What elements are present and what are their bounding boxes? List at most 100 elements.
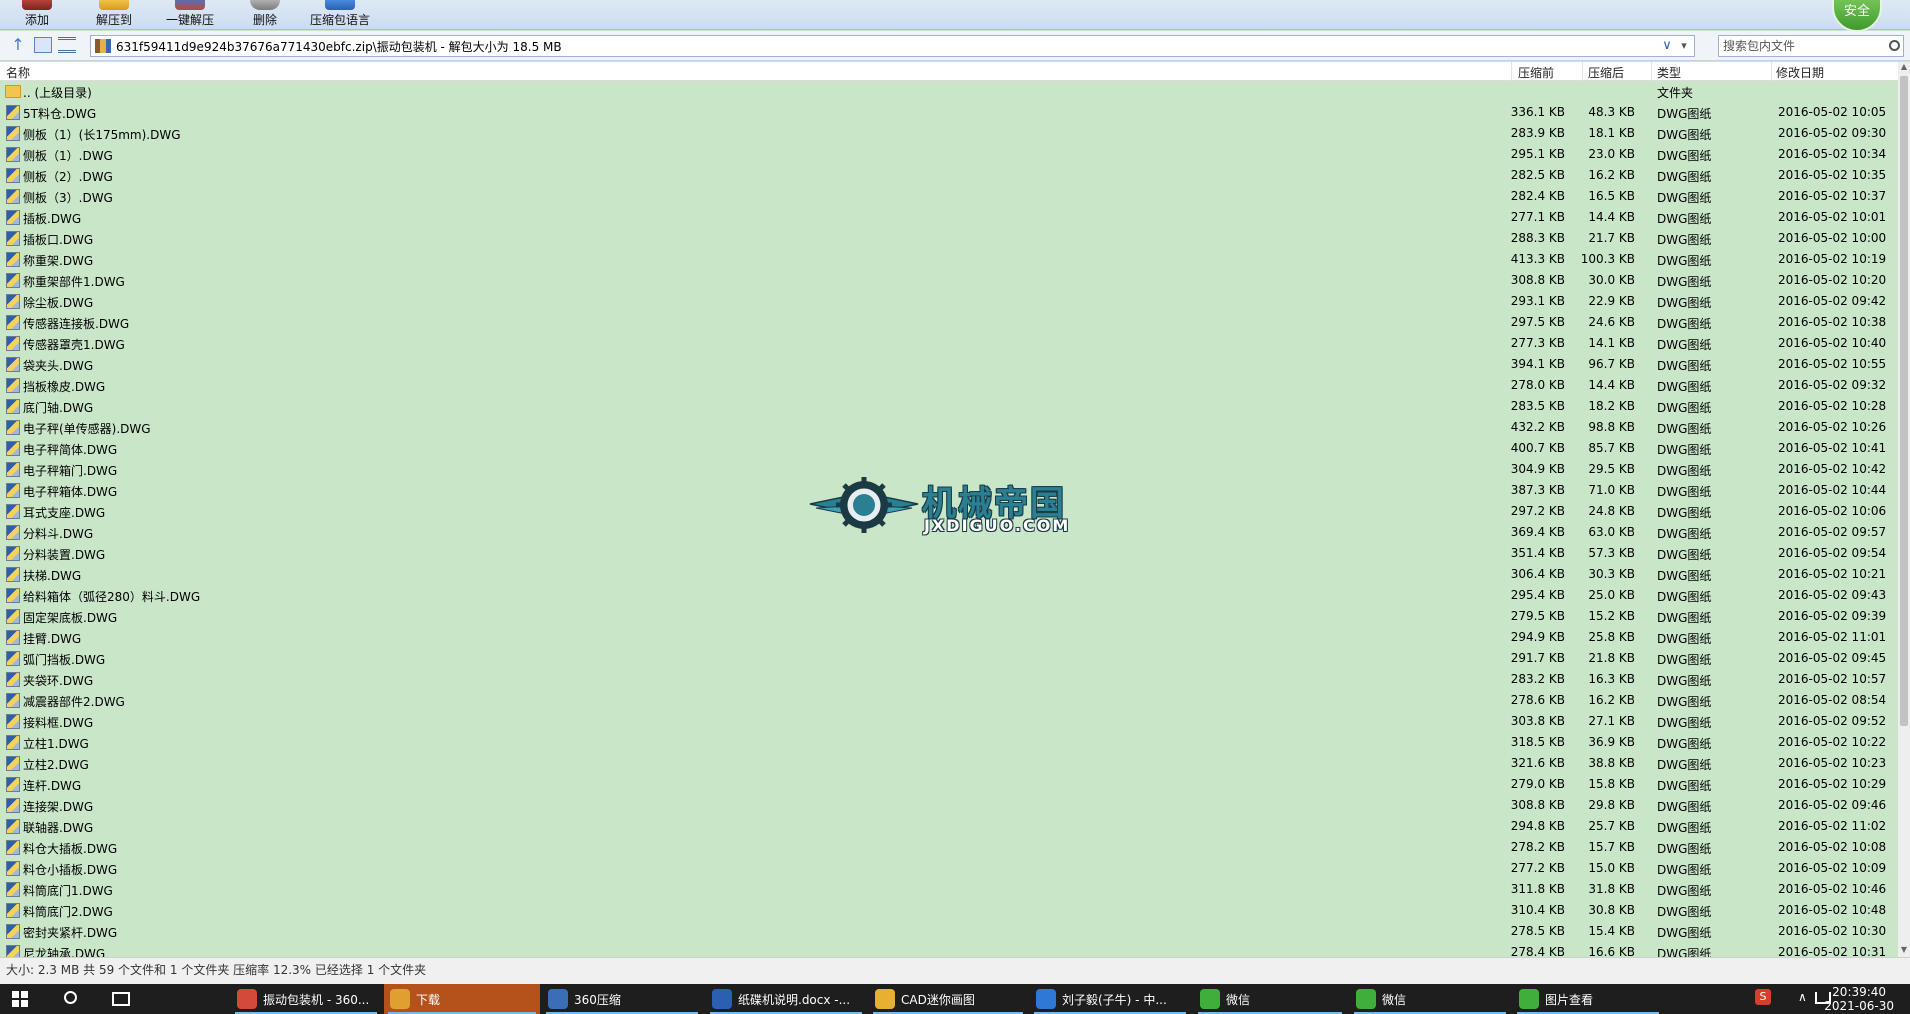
- scroll-thumb[interactable]: [1900, 76, 1908, 726]
- file-size-after: 16.2 KB: [1588, 168, 1635, 182]
- file-row[interactable]: 挂臂.DWG 294.9 KB 25.8 KB DWG图纸 2016-05-02 11:…: [0, 627, 1898, 648]
- taskbar-app-button[interactable]: 图片查看: [1513, 984, 1663, 1014]
- file-row[interactable]: 弧门挡板.DWG 291.7 KB 21.8 KB DWG图纸 2016-05-02 0…: [0, 648, 1898, 669]
- file-row[interactable]: 插板.DWG 277.1 KB 14.4 KB DWG图纸 2016-05-02 10:…: [0, 207, 1898, 228]
- file-row[interactable]: 电子秤(单传感器).DWG 432.2 KB 98.8 KB DWG图纸 2016-05…: [0, 417, 1898, 438]
- column-name[interactable]: 名称: [6, 64, 30, 81]
- scroll-up-arrow-icon[interactable]: ▲: [1898, 62, 1910, 74]
- file-row[interactable]: 联轴器.DWG 294.8 KB 25.7 KB DWG图纸 2016-05-02 11…: [0, 816, 1898, 837]
- file-row[interactable]: 5T料仓.DWG 336.1 KB 48.3 KB DWG图纸 2016-05-02 1…: [0, 102, 1898, 123]
- search-input[interactable]: [1719, 36, 1885, 56]
- thumbnail-view-icon[interactable]: [34, 37, 52, 53]
- one-click-extract-button[interactable]: 一键解压: [166, 0, 214, 30]
- file-row[interactable]: 固定架底板.DWG 279.5 KB 15.2 KB DWG图纸 2016-05-02 …: [0, 606, 1898, 627]
- file-row[interactable]: 尼龙轴承.DWG 278.4 KB 16.6 KB DWG图纸 2016-05-02 1…: [0, 942, 1898, 957]
- dwg-file-icon: [6, 924, 20, 939]
- dwg-file-icon: [6, 441, 20, 456]
- file-name: 密封夹紧杆.DWG: [23, 926, 118, 940]
- task-view-icon[interactable]: [112, 992, 130, 1006]
- file-row[interactable]: 扶梯.DWG 306.4 KB 30.3 KB DWG图纸 2016-05-02 10:…: [0, 564, 1898, 585]
- taskbar-app-button[interactable]: 下载: [384, 984, 540, 1014]
- file-row[interactable]: 电子秤简体.DWG 400.7 KB 85.7 KB DWG图纸 2016-05-02 …: [0, 438, 1898, 459]
- parent-directory-row[interactable]: .. (上级目录) 文件夹: [0, 81, 1898, 102]
- file-row[interactable]: 传感器连接板.DWG 297.5 KB 24.6 KB DWG图纸 2016-05-02…: [0, 312, 1898, 333]
- file-row[interactable]: 夹袋环.DWG 283.2 KB 16.3 KB DWG图纸 2016-05-02 10…: [0, 669, 1898, 690]
- file-row[interactable]: 分料装置.DWG 351.4 KB 57.3 KB DWG图纸 2016-05-02 0…: [0, 543, 1898, 564]
- file-row[interactable]: 称重架.DWG 413.3 KB 100.3 KB DWG图纸 2016-05-02 1…: [0, 249, 1898, 270]
- file-name: 侧板（1）.DWG: [23, 149, 113, 163]
- clock[interactable]: 20:39:40 2021-06-30: [1824, 985, 1894, 1013]
- file-name: 电子秤(单传感器).DWG: [23, 422, 151, 436]
- file-row[interactable]: 侧板（1）.DWG 295.1 KB 23.0 KB DWG图纸 2016-05-02 …: [0, 144, 1898, 165]
- taskbar-app-button[interactable]: 微信: [1194, 984, 1346, 1014]
- taskbar-app-button[interactable]: CAD迷你画图: [869, 984, 1027, 1014]
- taskbar-app-button[interactable]: 振动包装机 - 360...: [231, 984, 381, 1014]
- chevron-down-icon[interactable]: ∨: [1660, 37, 1674, 55]
- file-row[interactable]: 称重架部件1.DWG 308.8 KB 30.0 KB DWG图纸 2016-05-02…: [0, 270, 1898, 291]
- file-row[interactable]: 连接架.DWG 308.8 KB 29.8 KB DWG图纸 2016-05-02 09…: [0, 795, 1898, 816]
- file-size-before: 387.3 KB: [1510, 483, 1565, 497]
- column-type[interactable]: 类型: [1657, 64, 1681, 81]
- file-row[interactable]: 底门轴.DWG 283.5 KB 18.2 KB DWG图纸 2016-05-02 10…: [0, 396, 1898, 417]
- file-date: 2016-05-02 10:34: [1778, 147, 1887, 161]
- file-row[interactable]: 连杆.DWG 279.0 KB 15.8 KB DWG图纸 2016-05-02 10:…: [0, 774, 1898, 795]
- file-name: 侧板（3）.DWG: [23, 191, 113, 205]
- file-row[interactable]: 接料框.DWG 303.8 KB 27.1 KB DWG图纸 2016-05-02 09…: [0, 711, 1898, 732]
- zip-archive-icon: [95, 39, 111, 53]
- file-row[interactable]: 立柱1.DWG 318.5 KB 36.9 KB DWG图纸 2016-05-02 10…: [0, 732, 1898, 753]
- extract-to-button[interactable]: 解压到: [96, 0, 132, 30]
- taskbar-app-button[interactable]: 纸碟机说明.docx -...: [706, 984, 866, 1014]
- taskbar-search-icon[interactable]: [64, 991, 77, 1004]
- file-row[interactable]: 插板口.DWG 288.3 KB 21.7 KB DWG图纸 2016-05-02 10…: [0, 228, 1898, 249]
- up-arrow-icon[interactable]: ↑: [9, 37, 27, 53]
- file-row[interactable]: 侧板（2）.DWG 282.5 KB 16.2 KB DWG图纸 2016-05-02 …: [0, 165, 1898, 186]
- file-row[interactable]: 料筒底门2.DWG 310.4 KB 30.8 KB DWG图纸 2016-05-02 …: [0, 900, 1898, 921]
- archive-language-button[interactable]: 压缩包语言: [310, 0, 370, 30]
- vertical-scrollbar[interactable]: ▲ ▼: [1898, 62, 1910, 957]
- wechat-icon: [1356, 989, 1376, 1009]
- file-row[interactable]: 给料箱体（弧径280）料斗.DWG 295.4 KB 25.0 KB DWG图纸 201…: [0, 585, 1898, 606]
- address-bar: ↑ 631f59411d9e924b37676a771430ebfc.zip\振…: [0, 31, 1910, 61]
- taskbar-app-button[interactable]: 刘子毅(子牛) - 中...: [1030, 984, 1190, 1014]
- column-size-after[interactable]: 压缩后: [1588, 64, 1624, 81]
- file-row[interactable]: 料仓小插板.DWG 277.2 KB 15.0 KB DWG图纸 2016-05-02 …: [0, 858, 1898, 879]
- file-row[interactable]: 侧板（3）.DWG 282.4 KB 16.5 KB DWG图纸 2016-05-02 …: [0, 186, 1898, 207]
- archive-app-icon: [548, 989, 568, 1009]
- file-row[interactable]: 密封夹紧杆.DWG 278.5 KB 15.4 KB DWG图纸 2016-05-02 …: [0, 921, 1898, 942]
- taskbar-app-button[interactable]: 微信: [1350, 984, 1510, 1014]
- column-modified-date[interactable]: 修改日期: [1776, 64, 1824, 81]
- file-date: 2016-05-02 10:55: [1778, 357, 1887, 371]
- file-size-before: 413.3 KB: [1510, 252, 1565, 266]
- dwg-file-icon: [6, 357, 20, 372]
- file-row[interactable]: 料仓大插板.DWG 278.2 KB 15.7 KB DWG图纸 2016-05-02 …: [0, 837, 1898, 858]
- file-date: 2016-05-02 10:09: [1778, 861, 1887, 875]
- column-size-before[interactable]: 压缩前: [1518, 64, 1554, 81]
- list-view-icon[interactable]: [58, 37, 76, 53]
- file-row[interactable]: 袋夹头.DWG 394.1 KB 96.7 KB DWG图纸 2016-05-02 10…: [0, 354, 1898, 375]
- file-date: 2016-05-02 09:54: [1778, 546, 1887, 560]
- dropdown-arrow-icon[interactable]: ▾: [1676, 37, 1692, 55]
- file-name: 挡板橡皮.DWG: [23, 380, 106, 394]
- file-date: 2016-05-02 10:42: [1778, 462, 1887, 476]
- taskbar-app-button[interactable]: 360压缩: [542, 984, 702, 1014]
- add-button[interactable]: 添加: [22, 0, 52, 30]
- file-row[interactable]: 减震器部件2.DWG 278.6 KB 16.2 KB DWG图纸 2016-05-02…: [0, 690, 1898, 711]
- windows-start-icon[interactable]: [12, 991, 28, 1007]
- security-shield-icon[interactable]: 安全: [1832, 0, 1882, 32]
- file-size-before: 432.2 KB: [1510, 420, 1565, 434]
- file-row[interactable]: 除尘板.DWG 293.1 KB 22.9 KB DWG图纸 2016-05-02 09…: [0, 291, 1898, 312]
- file-row[interactable]: 挡板橡皮.DWG 278.0 KB 14.4 KB DWG图纸 2016-05-02 0…: [0, 375, 1898, 396]
- file-row[interactable]: 侧板（1）(长175mm).DWG 283.9 KB 18.1 KB DWG图纸 201…: [0, 123, 1898, 144]
- show-hidden-icons-icon[interactable]: ∧: [1798, 990, 1807, 1004]
- path-field[interactable]: 631f59411d9e924b37676a771430ebfc.zip\振动包…: [90, 35, 1695, 57]
- file-row[interactable]: 料筒底门1.DWG 311.8 KB 31.8 KB DWG图纸 2016-05-02 …: [0, 879, 1898, 900]
- file-name: 减震器部件2.DWG: [23, 695, 125, 709]
- delete-button[interactable]: 删除: [250, 0, 280, 30]
- scroll-down-arrow-icon[interactable]: ▼: [1898, 945, 1910, 957]
- file-name: 除尘板.DWG: [23, 296, 94, 310]
- dwg-file-icon: [6, 147, 20, 162]
- file-row[interactable]: 立柱2.DWG 321.6 KB 38.8 KB DWG图纸 2016-05-02 10…: [0, 753, 1898, 774]
- search-icon[interactable]: [1889, 40, 1900, 51]
- 360-tray-icon[interactable]: S: [1755, 989, 1771, 1005]
- file-row[interactable]: 传感器罩壳1.DWG 277.3 KB 14.1 KB DWG图纸 2016-05-02…: [0, 333, 1898, 354]
